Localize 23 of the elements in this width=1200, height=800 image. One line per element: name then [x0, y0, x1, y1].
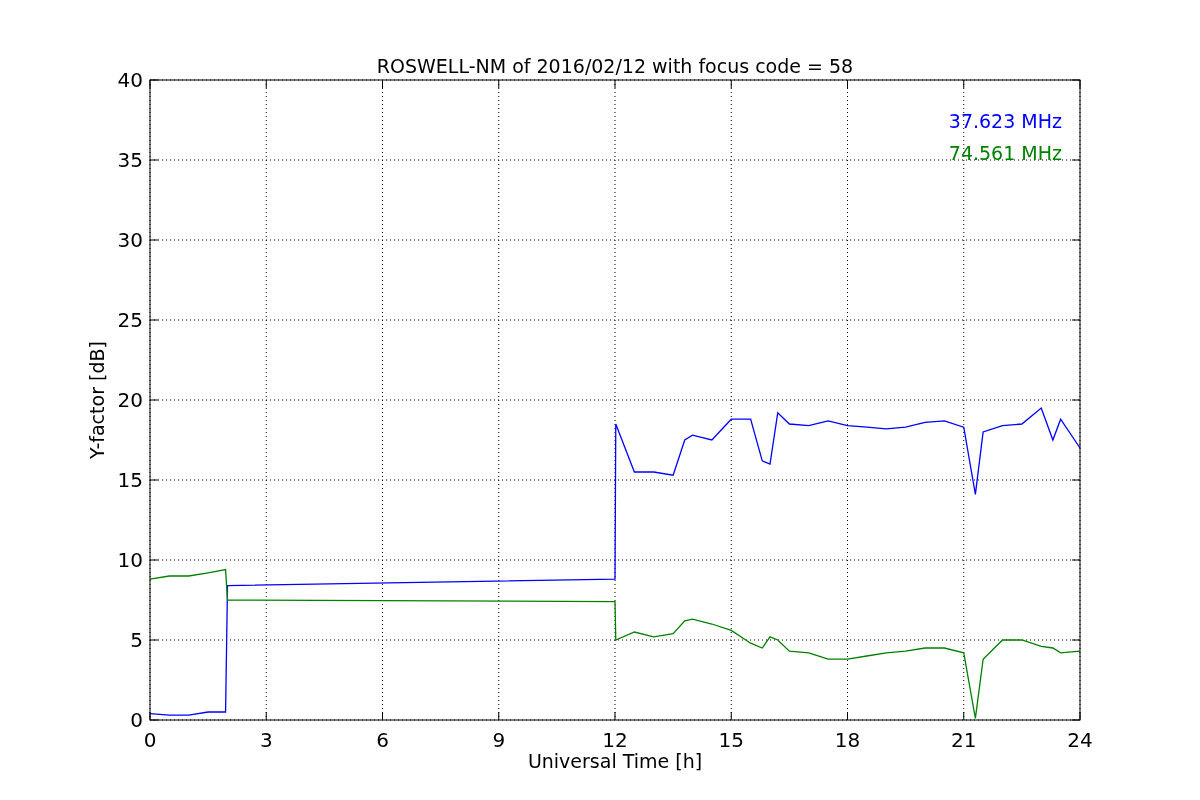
chart-title: ROSWELL-NM of 2016/02/12 with focus code = 58: [376, 55, 854, 77]
x-tick-label: 15: [718, 728, 744, 752]
x-tick-label: 21: [951, 728, 977, 752]
x-tick-label: 0: [143, 728, 157, 752]
y-tick-label: 40: [117, 68, 143, 92]
x-tick-label: 3: [259, 728, 273, 752]
y-tick-label: 35: [117, 148, 143, 172]
y-tick-label: 15: [117, 468, 143, 492]
x-tick-label: 18: [834, 728, 861, 752]
y-tick-label: 10: [117, 548, 143, 572]
legend-label: 74.561 MHz: [948, 142, 1062, 164]
x-tick-label: 24: [1067, 728, 1093, 752]
y-axis-label: Y-factor [dB]: [86, 341, 108, 459]
y-tick-label: 30: [117, 228, 143, 252]
y-tick-label: 5: [130, 628, 143, 652]
x-tick-label: 12: [602, 728, 628, 752]
y-tick-label: 20: [117, 388, 143, 412]
legend-label: 37.623 MHz: [948, 110, 1062, 132]
y-tick-label: 0: [130, 708, 143, 732]
x-tick-label: 6: [376, 728, 389, 752]
x-tick-label: 9: [492, 728, 506, 752]
x-axis-label: Universal Time [h]: [527, 750, 703, 772]
y-tick-label: 25: [117, 308, 143, 332]
